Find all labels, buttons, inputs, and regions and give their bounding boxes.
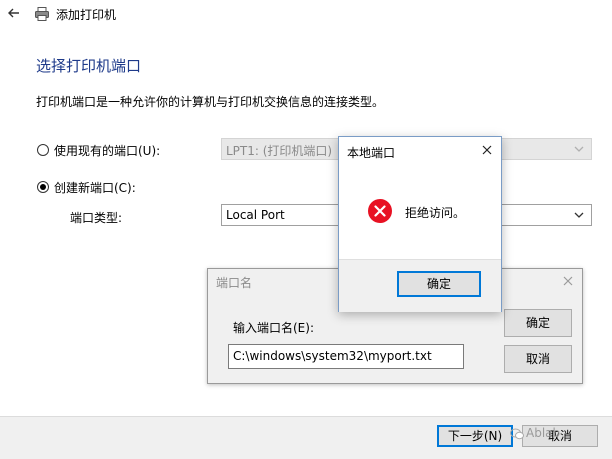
use-existing-port-label: 使用现有的端口(U): <box>54 144 161 158</box>
create-new-port-label: 创建新端口(C): <box>54 181 136 195</box>
chevron-down-icon <box>574 146 584 152</box>
printer-icon <box>35 7 49 21</box>
page-heading: 选择打印机端口 <box>36 57 142 75</box>
page-description: 打印机端口是一种允许你的计算机与打印机交换信息的连接类型。 <box>36 95 385 109</box>
error-icon <box>368 199 392 223</box>
watermark: Ablab <box>526 426 561 440</box>
error-ok-button[interactable]: 确定 <box>397 271 481 297</box>
create-new-port-radio[interactable] <box>37 181 49 193</box>
error-dialog: 本地端口 拒绝访问。 确定 <box>338 136 502 312</box>
port-name-prompt: 输入端口名(E): <box>233 321 314 335</box>
error-message: 拒绝访问。 <box>405 206 466 220</box>
port-type-label: 端口类型: <box>70 211 123 225</box>
close-icon[interactable] <box>561 274 575 288</box>
title-bar: 添加打印机 <box>0 0 612 28</box>
next-button[interactable]: 下一步(N) <box>437 425 513 447</box>
error-dialog-title: 本地端口 <box>347 146 396 160</box>
port-name-cancel-button[interactable]: 取消 <box>504 345 572 373</box>
close-icon[interactable] <box>480 143 494 157</box>
window-title: 添加打印机 <box>56 8 117 22</box>
wechat-icon <box>510 428 524 440</box>
port-type-value: Local Port <box>226 208 285 222</box>
chevron-down-icon <box>574 212 584 218</box>
port-name-input[interactable]: C:\windows\system32\myport.txt <box>228 344 464 369</box>
back-arrow-icon[interactable] <box>6 5 22 21</box>
existing-port-value: LPT1: (打印机端口) <box>226 144 333 158</box>
port-name-input-value: C:\windows\system32\myport.txt <box>233 349 432 363</box>
use-existing-port-radio[interactable] <box>37 144 49 156</box>
port-name-ok-button[interactable]: 确定 <box>504 309 572 337</box>
port-name-dialog-title: 端口名 <box>216 276 253 290</box>
